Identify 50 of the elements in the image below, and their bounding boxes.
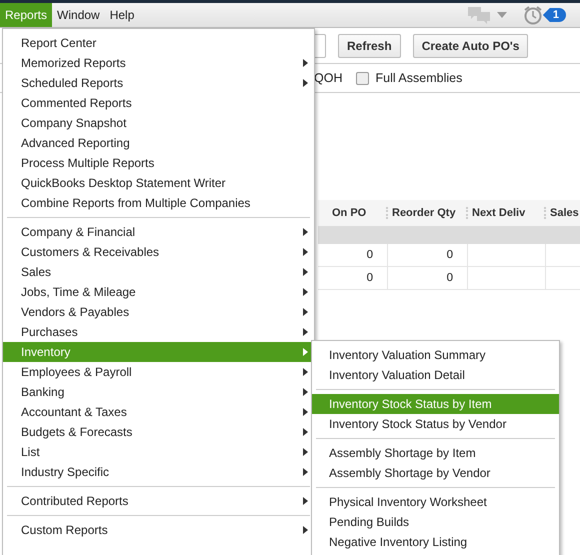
menu-item[interactable]: Contributed Reports bbox=[3, 491, 314, 511]
menu-title[interactable]: Help bbox=[104, 3, 140, 27]
checkbox-label: Full Assemblies bbox=[375, 71, 462, 85]
menu-item[interactable]: Company & Financial bbox=[3, 222, 314, 242]
menu-item[interactable]: Advanced Reporting bbox=[3, 133, 314, 153]
menu-item[interactable]: Inventory Valuation Detail bbox=[312, 365, 559, 385]
menu-item[interactable]: Accountant & Taxes bbox=[3, 402, 314, 422]
column-header[interactable]: Sales bbox=[546, 207, 580, 219]
menu-item[interactable]: Combine Reports from Multiple Companies bbox=[3, 193, 314, 213]
menu-item[interactable]: Negative Inventory Listing bbox=[312, 532, 559, 552]
menu-item[interactable]: QuickBooks Desktop Statement Writer bbox=[3, 173, 314, 193]
column-header[interactable]: On PO bbox=[318, 207, 388, 219]
menu-item[interactable]: Pending Builds bbox=[312, 512, 559, 532]
notification-badge[interactable]: 1 bbox=[542, 8, 566, 22]
menu-item[interactable]: Company Snapshot bbox=[3, 113, 314, 133]
menu-item[interactable]: Banking bbox=[3, 382, 314, 402]
menu-title[interactable]: Window bbox=[52, 3, 105, 27]
menu-item[interactable]: Scheduled Reports bbox=[3, 73, 314, 93]
menu-item[interactable]: Purchases bbox=[3, 322, 314, 342]
caret-icon[interactable] bbox=[496, 12, 507, 18]
menu-item[interactable]: Commented Reports bbox=[3, 93, 314, 113]
table-cell: 0 bbox=[446, 249, 453, 261]
menu-item[interactable]: Memorized Reports bbox=[3, 53, 314, 73]
menu-item[interactable]: List bbox=[3, 442, 314, 462]
table-cell: 0 bbox=[366, 249, 373, 261]
checkbox[interactable] bbox=[356, 72, 370, 84]
menu-item[interactable]: Employees & Payroll bbox=[3, 362, 314, 382]
menu-item[interactable]: Process Multiple Reports bbox=[3, 153, 314, 173]
menu-item[interactable]: Customers & Receivables bbox=[3, 242, 314, 262]
menu-item[interactable]: Assembly Shortage by Vendor bbox=[312, 463, 559, 483]
filter-label: QOH bbox=[314, 71, 342, 85]
menu-item[interactable]: Assembly Shortage by Item bbox=[312, 443, 559, 463]
chat-icon[interactable] bbox=[466, 5, 491, 25]
table-cell: 0 bbox=[366, 272, 373, 284]
alarm-clock-icon[interactable] bbox=[522, 5, 543, 25]
menu-item[interactable]: Physical Inventory Worksheet bbox=[312, 492, 559, 512]
table-cell: 0 bbox=[446, 272, 453, 284]
menu-item[interactable]: Budgets & Forecasts bbox=[3, 422, 314, 442]
column-header[interactable]: Next Deliv bbox=[468, 207, 546, 219]
menu-item[interactable]: Inventory Valuation Summary bbox=[312, 345, 559, 365]
column-header[interactable]: Reorder Qty bbox=[388, 207, 468, 219]
menu-item[interactable]: Sales bbox=[3, 262, 314, 282]
toolbar-button[interactable]: Refresh bbox=[338, 34, 401, 58]
menu-item[interactable]: Vendors & Payables bbox=[3, 302, 314, 322]
menu-item[interactable]: Report Center bbox=[3, 33, 314, 53]
menu-item[interactable]: Inventory Stock Status by Vendor bbox=[312, 414, 559, 434]
menu-item[interactable]: Jobs, Time & Mileage bbox=[3, 282, 314, 302]
menu-item[interactable]: Industry Specific bbox=[3, 462, 314, 482]
toolbar-button[interactable]: Create Auto PO's bbox=[412, 34, 528, 58]
menu-item[interactable]: Custom Reports bbox=[3, 520, 314, 540]
